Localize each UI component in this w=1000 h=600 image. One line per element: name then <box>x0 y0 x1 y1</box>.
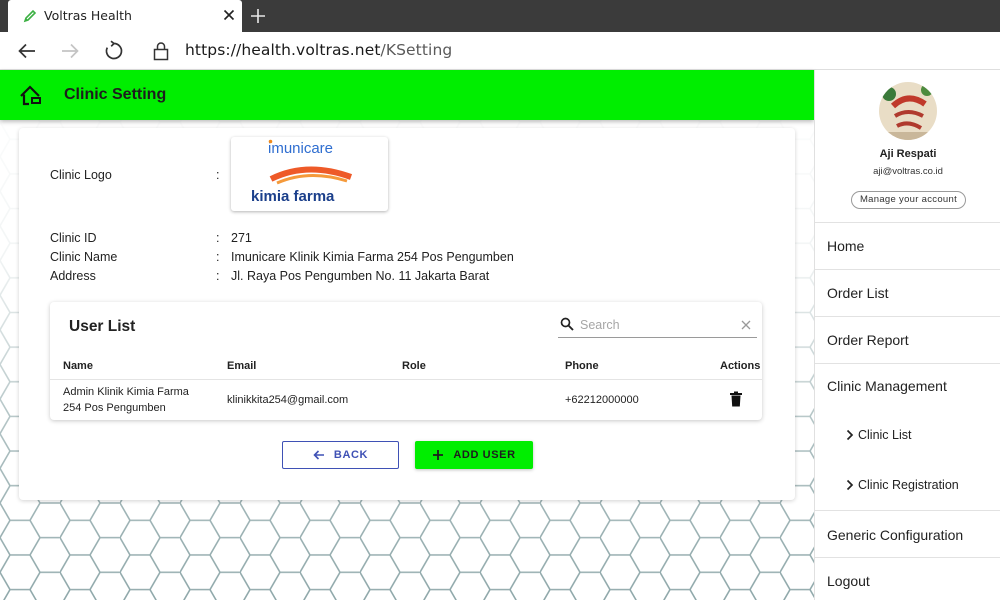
menu-item-label: Logout <box>827 573 870 589</box>
clear-search-icon[interactable] <box>740 319 752 331</box>
arrow-left-icon <box>313 450 324 460</box>
column-header-role[interactable]: Role <box>402 360 426 372</box>
profile-name: Aji Respati <box>879 148 937 160</box>
menu-item-label: Order Report <box>827 332 909 348</box>
address-label: Address <box>50 269 96 283</box>
clinic-card: Clinic Logo : imunicare kimia farma Clin… <box>19 128 795 500</box>
colon: : <box>216 250 220 264</box>
logo-text-imunicare: imunicare <box>268 140 333 157</box>
clinic-id-value: 271 <box>231 231 252 245</box>
plus-icon <box>433 450 444 460</box>
new-tab-icon[interactable] <box>248 6 268 26</box>
menu-item-label: Generic Configuration <box>827 527 964 543</box>
avatar-image <box>879 82 937 140</box>
user-name-line-2: 254 Pos Pengumben <box>63 402 166 414</box>
url-host: https://health.voltras.net <box>185 41 381 59</box>
profile-email: aji@voltras.co.id <box>873 166 943 177</box>
column-header-email[interactable]: Email <box>227 360 256 372</box>
forward-arrow-icon[interactable] <box>59 40 81 62</box>
address-value: Jl. Raya Pos Pengumben No. 11 Jakarta Ba… <box>231 269 490 283</box>
clinic-name-value: Imunicare Klinik Kimia Farma 254 Pos Pen… <box>231 250 514 264</box>
menu-item-order-list[interactable]: Order List <box>815 269 1000 316</box>
menu-item-home[interactable]: Home <box>815 222 1000 269</box>
colon: : <box>216 269 220 283</box>
sidebar: Aji Respati aji@voltras.co.id Manage you… <box>814 70 1000 600</box>
search-input[interactable] <box>580 315 730 335</box>
lock-icon[interactable] <box>152 41 170 61</box>
clinic-logo-label: Clinic Logo <box>50 168 112 182</box>
colon: : <box>216 168 220 182</box>
chevron-right-icon <box>846 479 854 491</box>
menu-item-label: Order List <box>827 285 889 301</box>
avatar[interactable] <box>879 82 937 140</box>
clinic-id-label: Clinic ID <box>50 231 97 245</box>
user-email: klinikkita254@gmail.com <box>227 394 349 406</box>
column-header-phone[interactable]: Phone <box>565 360 599 372</box>
page-title: Clinic Setting <box>64 86 167 103</box>
menu-item-clinic-management[interactable]: Clinic Management <box>815 363 1000 410</box>
submenu-item-clinic-registration[interactable]: Clinic Registration <box>815 460 1000 510</box>
submenu-item-label: Clinic List <box>858 428 912 442</box>
refresh-icon[interactable] <box>103 40 125 62</box>
menu-item-logout[interactable]: Logout <box>815 557 1000 600</box>
column-header-actions: Actions <box>720 360 761 372</box>
user-list-table: User List Name Email Role Phone Actions … <box>50 302 762 420</box>
submenu-item-clinic-list[interactable]: Clinic List <box>815 410 1000 460</box>
delete-trash-icon[interactable] <box>729 391 743 407</box>
clinic-logo: imunicare kimia farma <box>231 137 388 211</box>
menu-item-label: Clinic Management <box>827 378 947 394</box>
clinic-name-label: Clinic Name <box>50 250 118 264</box>
add-user-button[interactable]: ADD USER <box>415 441 533 469</box>
home-settings-icon[interactable] <box>20 85 42 107</box>
tab-title: Voltras Health <box>44 8 132 23</box>
search-icon <box>560 317 574 331</box>
address-bar: https://health.voltras.net/KSetting <box>0 32 1000 70</box>
user-phone: +62212000000 <box>565 394 639 406</box>
close-tab-icon[interactable] <box>220 6 238 24</box>
menu-item-label: Home <box>827 238 865 254</box>
colon: : <box>216 231 220 245</box>
submenu-item-label: Clinic Registration <box>858 478 959 492</box>
user-list-title: User List <box>69 318 136 335</box>
browser-tab[interactable]: Voltras Health <box>8 0 242 32</box>
user-name-line-1: Admin Klinik Kimia Farma <box>63 386 189 398</box>
clinic-logo-image: imunicare kimia farma <box>251 139 353 205</box>
url-field[interactable]: https://health.voltras.net/KSetting <box>185 41 452 59</box>
app-bar: Clinic Setting <box>0 70 814 120</box>
page: Clinic Setting Clinic Logo : imunicare k… <box>0 70 1000 600</box>
menu-item-generic-configuration[interactable]: Generic Configuration <box>815 510 1000 557</box>
menu-item-order-report[interactable]: Order Report <box>815 316 1000 363</box>
column-header-name[interactable]: Name <box>63 360 93 372</box>
manage-account-button[interactable]: Manage your account <box>851 191 966 209</box>
pencil-favicon-icon <box>23 9 37 23</box>
back-button-label: BACK <box>333 449 369 461</box>
back-arrow-icon[interactable] <box>16 40 38 62</box>
add-user-button-label: ADD USER <box>453 449 516 461</box>
header-divider <box>50 379 762 380</box>
search-box <box>558 314 757 338</box>
logo-text-kimia-farma: kimia farma <box>251 188 335 205</box>
url-path: /KSetting <box>380 41 453 59</box>
chevron-right-icon <box>846 429 854 441</box>
browser-tab-bar: Voltras Health <box>0 0 1000 32</box>
back-button[interactable]: BACK <box>282 441 399 469</box>
